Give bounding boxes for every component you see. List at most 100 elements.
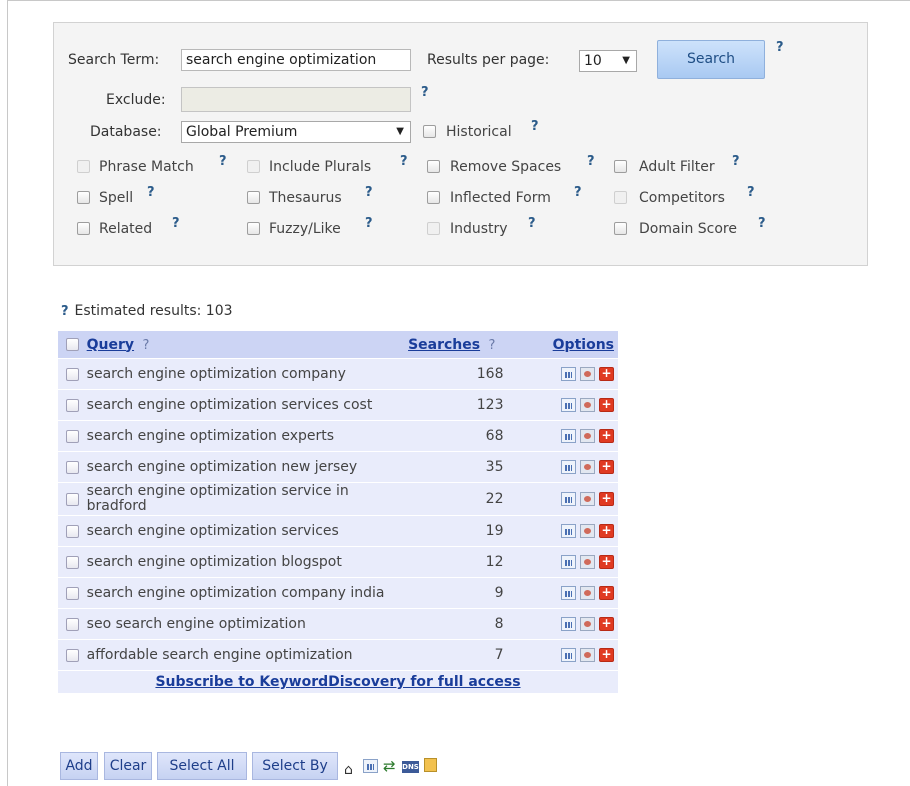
- related-help-icon[interactable]: ?: [172, 216, 180, 231]
- row-checkbox[interactable]: [65, 524, 79, 538]
- query-cell[interactable]: search engine optimization services: [86, 516, 407, 546]
- notes-icon[interactable]: [424, 758, 437, 777]
- domain-score-help-icon[interactable]: ?: [758, 216, 766, 231]
- add-icon[interactable]: +: [599, 524, 614, 538]
- inflected-form-checkbox[interactable]: [427, 191, 440, 204]
- export-icon[interactable]: ⇄: [383, 758, 396, 774]
- results-per-page-select[interactable]: 10 ▼: [579, 50, 637, 72]
- search-term-input[interactable]: search engine optimization: [181, 49, 411, 71]
- thesaurus-help-icon[interactable]: ?: [365, 185, 373, 200]
- chart-icon[interactable]: [561, 555, 576, 569]
- thesaurus-checkbox[interactable]: [247, 191, 260, 204]
- industry-checkbox[interactable]: [427, 222, 440, 235]
- clear-button[interactable]: Clear: [104, 752, 152, 780]
- query-cell[interactable]: search engine optimization experts: [86, 421, 407, 451]
- add-icon[interactable]: +: [599, 586, 614, 600]
- row-checkbox[interactable]: [65, 398, 79, 412]
- exclude-input[interactable]: [181, 87, 411, 112]
- tag-icon[interactable]: [580, 460, 595, 474]
- spell-help-icon[interactable]: ?: [147, 185, 155, 200]
- select-all-checkbox[interactable]: [65, 338, 79, 351]
- add-icon[interactable]: +: [599, 648, 614, 662]
- tag-icon[interactable]: [580, 555, 595, 569]
- competitors-checkbox[interactable]: [614, 191, 627, 204]
- row-checkbox[interactable]: [65, 460, 79, 474]
- exclude-help-icon[interactable]: ?: [421, 85, 429, 100]
- row-checkbox[interactable]: [65, 492, 79, 506]
- chart-icon[interactable]: [561, 429, 576, 443]
- query-cell[interactable]: search engine optimization new jersey: [86, 452, 407, 482]
- select-by-button[interactable]: Select By: [252, 752, 338, 780]
- row-checkbox[interactable]: [65, 555, 79, 569]
- trash-icon[interactable]: ⌂: [344, 762, 353, 778]
- chart-icon[interactable]: [561, 617, 576, 631]
- add-icon[interactable]: +: [599, 367, 614, 381]
- add-icon[interactable]: +: [599, 460, 614, 474]
- tag-icon[interactable]: [580, 367, 595, 381]
- query-cell[interactable]: search engine optimization services cost: [86, 390, 407, 420]
- row-checkbox[interactable]: [65, 617, 79, 631]
- chart-icon[interactable]: [561, 460, 576, 474]
- chart-icon[interactable]: [561, 398, 576, 412]
- database-select[interactable]: Global Premium ▼: [181, 121, 411, 143]
- industry-help-icon[interactable]: ?: [528, 216, 536, 231]
- dns-icon[interactable]: DNS: [402, 758, 419, 774]
- search-help-icon[interactable]: ?: [776, 40, 784, 55]
- add-button[interactable]: Add: [60, 752, 98, 780]
- query-cell[interactable]: affordable search engine optimization: [86, 640, 407, 670]
- query-cell[interactable]: seo search engine optimization: [86, 609, 407, 639]
- fuzzy-like-checkbox[interactable]: [247, 222, 260, 235]
- include-plurals-help-icon[interactable]: ?: [400, 154, 408, 169]
- tag-icon[interactable]: [580, 617, 595, 631]
- historical-help-icon[interactable]: ?: [531, 119, 539, 134]
- searches-help-icon[interactable]: ?: [489, 338, 496, 353]
- chart-icon[interactable]: [363, 758, 378, 774]
- add-icon[interactable]: +: [599, 398, 614, 412]
- chart-icon[interactable]: [561, 648, 576, 662]
- tag-icon[interactable]: [580, 524, 595, 538]
- adult-filter-help-icon[interactable]: ?: [732, 154, 740, 169]
- chart-icon[interactable]: [561, 492, 576, 506]
- query-help-icon[interactable]: ?: [143, 338, 150, 353]
- tag-icon[interactable]: [580, 398, 595, 412]
- remove-spaces-help-icon[interactable]: ?: [587, 154, 595, 169]
- row-checkbox[interactable]: [65, 367, 79, 381]
- spell-checkbox[interactable]: [77, 191, 90, 204]
- phrase-match-help-icon[interactable]: ?: [219, 154, 227, 169]
- add-icon[interactable]: +: [599, 429, 614, 443]
- tag-icon[interactable]: [580, 429, 595, 443]
- add-icon[interactable]: +: [599, 492, 614, 506]
- chart-icon[interactable]: [561, 524, 576, 538]
- chart-icon[interactable]: [561, 586, 576, 600]
- historical-checkbox[interactable]: [423, 125, 436, 138]
- chart-icon[interactable]: [561, 367, 576, 381]
- searches-column-header[interactable]: Searches: [408, 337, 480, 353]
- row-checkbox[interactable]: [65, 648, 79, 662]
- estimated-help-icon[interactable]: ?: [61, 304, 69, 319]
- tag-icon[interactable]: [580, 648, 595, 662]
- phrase-match-checkbox[interactable]: [77, 160, 90, 173]
- tag-icon[interactable]: [580, 586, 595, 600]
- options-column-header[interactable]: Options: [553, 337, 614, 353]
- remove-spaces-checkbox[interactable]: [427, 160, 440, 173]
- query-column-header[interactable]: Query: [87, 337, 134, 353]
- query-cell[interactable]: search engine optimization company india: [86, 578, 407, 608]
- search-button[interactable]: Search: [657, 40, 765, 79]
- related-checkbox[interactable]: [77, 222, 90, 235]
- row-checkbox[interactable]: [65, 429, 79, 443]
- fuzzy-like-help-icon[interactable]: ?: [365, 216, 373, 231]
- query-cell[interactable]: search engine optimization blogspot: [86, 547, 407, 577]
- subscribe-link[interactable]: Subscribe to KeywordDiscovery for full a…: [155, 674, 520, 690]
- domain-score-checkbox[interactable]: [614, 222, 627, 235]
- adult-filter-checkbox[interactable]: [614, 160, 627, 173]
- include-plurals-checkbox[interactable]: [247, 160, 260, 173]
- tag-icon[interactable]: [580, 492, 595, 506]
- select-all-button[interactable]: Select All: [157, 752, 247, 780]
- query-cell[interactable]: search engine optimization service in br…: [86, 483, 407, 515]
- inflected-form-help-icon[interactable]: ?: [574, 185, 582, 200]
- row-checkbox[interactable]: [65, 586, 79, 600]
- add-icon[interactable]: +: [599, 555, 614, 569]
- competitors-help-icon[interactable]: ?: [747, 185, 755, 200]
- query-cell[interactable]: search engine optimization company: [86, 359, 407, 389]
- add-icon[interactable]: +: [599, 617, 614, 631]
